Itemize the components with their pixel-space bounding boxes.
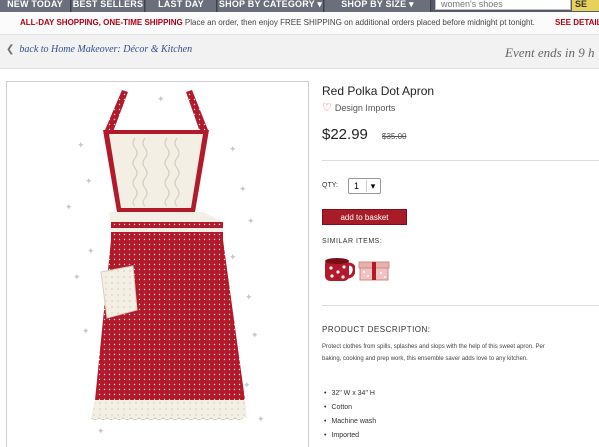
divider [322,305,599,306]
product-price: $22.99 [322,126,368,143]
svg-text:✦: ✦ [243,381,251,391]
see-details-link[interactable]: SEE DETAIL [555,12,599,34]
add-to-basket-button[interactable]: add to basket [322,209,407,225]
svg-text:✦: ✦ [73,273,81,283]
list-item: Imported [324,429,376,443]
promo-banner: ALL-DAY SHOPPING, ONE-TIME SHIPPING Plac… [0,12,599,35]
svg-text:✦: ✦ [85,177,93,187]
red-polka-dot-mug-icon[interactable] [322,256,355,283]
qty-select[interactable]: 1 ▾ [348,178,381,194]
svg-text:✦: ✦ [229,145,237,155]
product-description-label: PRODUCT DESCRIPTION: [322,325,431,334]
original-price: $35.00 [382,132,407,141]
svg-text:✦: ✦ [245,293,253,303]
svg-text:✦: ✦ [251,331,259,341]
product-description: Protect clothes from spills, splashes an… [322,341,599,365]
chevron-left-icon: ❮ [6,44,15,55]
list-item: Machine wash [324,415,376,429]
promo-text: Place an order, then enjoy FREE SHIPPING… [182,18,535,27]
tab-new-today[interactable]: NEW TODAY [0,0,71,12]
svg-text:✦: ✦ [257,415,265,425]
qty-value: 1 [354,181,360,191]
top-nav: NEW TODAY BEST SELLERS LAST DAY SHOP BY … [0,0,599,12]
svg-text:✦: ✦ [229,253,237,263]
search-input[interactable]: women's shoes [435,0,571,10]
brand-link[interactable]: ♡ Design Imports [322,101,395,114]
product-image[interactable]: ✦✦✦ ✦✦✦ ✦✦✦ ✦✦✦ ✦✦✦ ✦✦✦ ✦✦✦ [6,81,309,447]
pink-gift-box-icon[interactable] [357,258,390,282]
heart-icon[interactable]: ♡ [322,102,332,114]
list-item: 32" W x 34" H [324,387,376,401]
apron-illustration: ✦✦✦ ✦✦✦ ✦✦✦ ✦✦✦ ✦✦✦ ✦✦✦ ✦✦✦ [65,90,265,437]
svg-text:✦: ✦ [239,185,247,195]
svg-text:✦: ✦ [77,141,85,151]
tab-shop-by-category[interactable]: SHOP BY CATEGORY ▾ [218,0,324,12]
chevron-down-icon: ▾ [366,180,379,192]
back-link[interactable]: ❮ back to Home Makeover: Décor & Kitchen [6,44,192,55]
brand-name: Design Imports [334,103,396,113]
search-button[interactable]: SE [572,0,599,11]
back-link-label: back to Home Makeover: Décor & Kitchen [19,44,193,55]
svg-text:✦: ✦ [65,203,73,213]
product-details-list: 32" W x 34" H Cotton Machine wash Import… [324,387,376,443]
tab-last-day[interactable]: LAST DAY [146,0,217,12]
description-line: Protect clothes from spills, splashes an… [322,344,545,350]
svg-text:✦: ✦ [97,427,105,437]
breadcrumb-bar: ❮ back to Home Makeover: Décor & Kitchen … [0,35,599,69]
tab-shop-by-size[interactable]: SHOP BY SIZE ▾ [325,0,431,12]
svg-text:✦: ✦ [82,327,90,337]
product-title: Red Polka Dot Apron [322,84,435,98]
similar-items-label: SIMILAR ITEMS: [322,238,383,245]
description-line: baking, cooking and prep work, this ense… [322,356,528,362]
tab-best-sellers[interactable]: BEST SELLERS [72,0,145,12]
list-item: Cotton [324,401,376,415]
qty-label: QTY: [322,182,338,189]
svg-text:✦: ✦ [157,95,165,105]
svg-text:✦: ✦ [87,247,95,257]
svg-text:✦: ✦ [247,217,255,227]
divider [322,160,599,161]
promo-lead: ALL-DAY SHOPPING, ONE-TIME SHIPPING [20,18,183,27]
event-countdown: Event ends in 9 h [505,45,595,60]
